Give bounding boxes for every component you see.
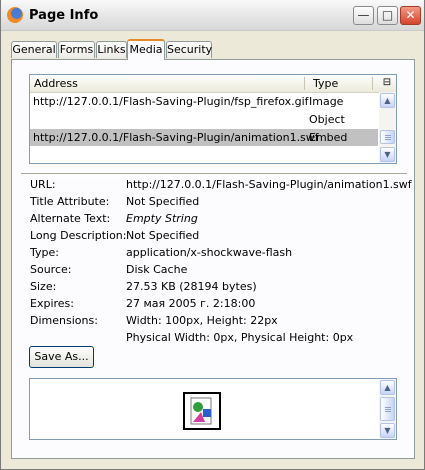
tab-links[interactable]: Links bbox=[96, 41, 127, 58]
scroll-thumb[interactable] bbox=[380, 130, 395, 144]
tab-forms[interactable]: Forms bbox=[58, 41, 95, 58]
minimize-button[interactable]: — bbox=[353, 6, 374, 25]
type-label: Type: bbox=[30, 246, 59, 259]
media-tab-panel: Address Type ⊟ http://127.0.0.1/Flash-Sa… bbox=[11, 59, 415, 459]
column-picker-icon[interactable]: ⊟ bbox=[378, 75, 396, 93]
scroll-up-icon[interactable]: ▲ bbox=[380, 380, 395, 395]
dimensions-label: Dimensions: bbox=[30, 314, 98, 327]
list-item-type: Image bbox=[309, 95, 344, 108]
list-item-selected[interactable]: http://127.0.0.1/Flash-Saving-Plugin/ani… bbox=[30, 129, 378, 146]
type-value: application/x-shockwave-flash bbox=[126, 246, 293, 259]
size-label: Size: bbox=[30, 280, 57, 293]
tab-general[interactable]: General bbox=[11, 41, 57, 58]
list-item[interactable]: http://127.0.0.1/Flash-Saving-Plugin/fsp… bbox=[30, 93, 378, 110]
preview-scrollbar[interactable]: ▲ ▼ bbox=[379, 379, 396, 439]
save-as-button[interactable]: Save As... bbox=[29, 346, 94, 368]
scroll-thumb[interactable] bbox=[380, 397, 395, 421]
tab-media[interactable]: Media bbox=[127, 39, 165, 60]
column-address-header[interactable]: Address bbox=[34, 77, 78, 90]
tab-security[interactable]: Security bbox=[166, 41, 212, 58]
maximize-button[interactable]: □ bbox=[377, 6, 398, 25]
page-info-window: Page Info — □ ✕ General Forms Links Medi… bbox=[0, 0, 425, 470]
url-value: http://127.0.0.1/Flash-Saving-Plugin/ani… bbox=[126, 178, 412, 191]
long-description-label: Long Description: bbox=[30, 229, 127, 242]
media-list[interactable]: Address Type ⊟ http://127.0.0.1/Flash-Sa… bbox=[29, 74, 397, 164]
alternate-text-label: Alternate Text: bbox=[30, 212, 111, 225]
dimensions-value: Width: 100px, Height: 22px bbox=[126, 314, 278, 327]
close-button[interactable]: ✕ bbox=[400, 6, 421, 25]
alternate-text-value: Empty String bbox=[126, 212, 198, 225]
title-attribute-label: Title Attribute: bbox=[30, 195, 110, 208]
scroll-down-icon[interactable]: ▼ bbox=[380, 147, 395, 162]
physical-dimensions-value: Physical Width: 0px, Physical Height: 0p… bbox=[126, 331, 354, 344]
missing-plugin-icon bbox=[183, 392, 221, 430]
source-value: Disk Cache bbox=[126, 263, 188, 276]
list-header: Address Type bbox=[30, 75, 378, 93]
media-list-scrollbar[interactable]: ▲ ▼ bbox=[379, 92, 396, 163]
column-type-header[interactable]: Type bbox=[313, 77, 338, 90]
expires-label: Expires: bbox=[30, 297, 74, 310]
scroll-down-icon[interactable]: ▼ bbox=[380, 423, 395, 438]
size-value: 27.53 KB (28194 bytes) bbox=[126, 280, 257, 293]
url-label: URL: bbox=[30, 178, 56, 191]
list-item[interactable]: Object bbox=[30, 111, 378, 128]
list-item-type: Embed bbox=[309, 131, 348, 144]
list-item-address: http://127.0.0.1/Flash-Saving-Plugin/ani… bbox=[33, 131, 319, 144]
expires-value: 27 мая 2005 г. 2:18:00 bbox=[126, 297, 256, 310]
media-preview: ▲ ▼ bbox=[29, 378, 397, 440]
scroll-up-icon[interactable]: ▲ bbox=[380, 93, 395, 108]
list-item-type: Object bbox=[309, 113, 345, 126]
list-item-address: http://127.0.0.1/Flash-Saving-Plugin/fsp… bbox=[33, 95, 309, 108]
source-label: Source: bbox=[30, 263, 72, 276]
firefox-icon bbox=[7, 7, 23, 23]
title-bar[interactable]: Page Info — □ ✕ bbox=[1, 0, 424, 31]
long-description-value: Not Specified bbox=[126, 229, 200, 242]
column-divider[interactable] bbox=[372, 77, 373, 90]
title-attribute-value: Not Specified bbox=[126, 195, 200, 208]
window-title: Page Info bbox=[29, 8, 99, 23]
column-divider[interactable] bbox=[304, 77, 305, 90]
